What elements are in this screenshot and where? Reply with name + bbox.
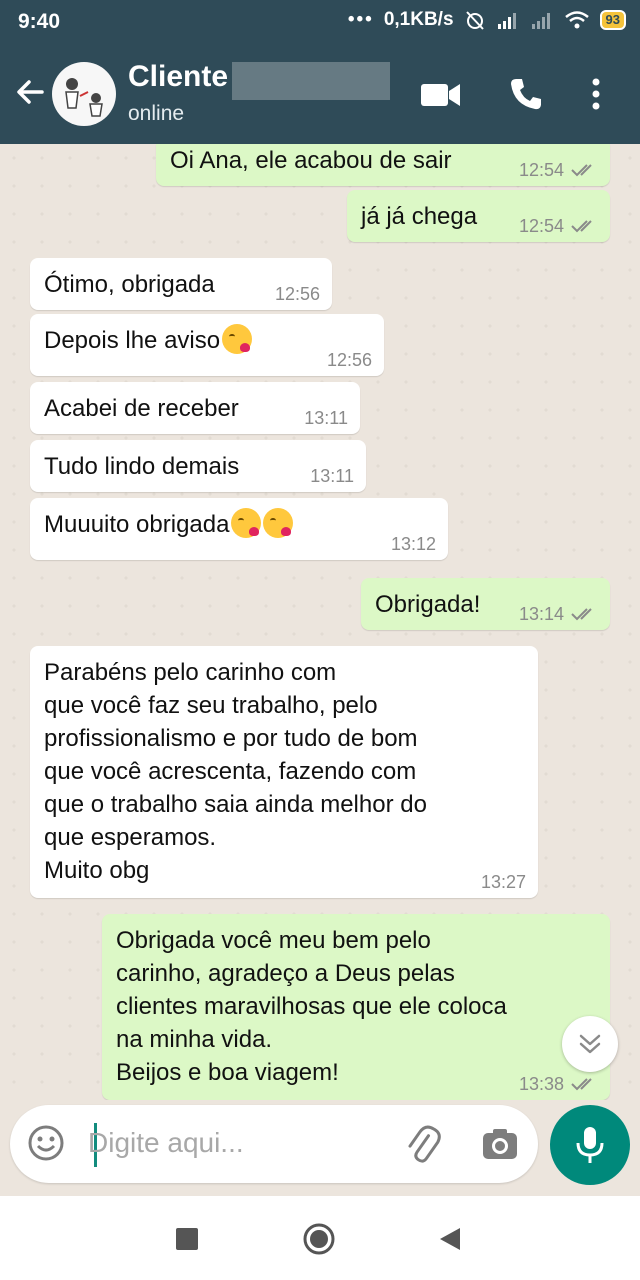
read-ticks-icon	[571, 1078, 592, 1091]
mic-icon	[576, 1127, 604, 1163]
home-icon[interactable]	[302, 1222, 336, 1256]
message-time: 13:38	[518, 1074, 564, 1094]
kiss-emoji-icon	[231, 508, 262, 538]
message-line: que você faz seu trabalho, pelo	[44, 692, 378, 719]
message-line: que você acrescenta, fazendo com	[44, 758, 417, 785]
status-bar: 9:40 ••• 0,1KB/s 93	[0, 0, 640, 44]
back-arrow-icon[interactable]	[12, 74, 48, 110]
attach-icon[interactable]	[402, 1125, 442, 1165]
message-meta: 13:11	[310, 466, 354, 486]
alarm-off-icon	[465, 11, 484, 30]
status-time: 9:40	[18, 10, 61, 33]
recents-icon[interactable]	[176, 1228, 198, 1250]
kiss-emoji-icon	[263, 508, 294, 538]
read-ticks-icon	[571, 220, 592, 233]
system-nav-bar	[0, 1196, 640, 1280]
message-time: 12:56	[326, 350, 372, 370]
status-indicators: ••• 0,1KB/s 93	[348, 9, 626, 31]
message-line: profissionalismo e por tudo de bom	[44, 725, 418, 752]
message-time: 12:54	[518, 216, 564, 236]
message-text: Tudo lindo demais	[44, 453, 240, 480]
avatar[interactable]	[52, 62, 116, 126]
avatar-illustration	[65, 78, 103, 117]
chat-header: Cliente online	[0, 44, 640, 144]
message-meta: 13:12	[391, 534, 436, 554]
message-text: Obrigada!	[375, 591, 481, 618]
message-meta: 12:56	[327, 350, 372, 370]
message-line: Muito obg	[44, 857, 150, 884]
message-composer[interactable]: Digite aqui...	[10, 1105, 538, 1183]
message-time: 12:54	[518, 160, 564, 180]
network-speed: 0,1KB/s	[383, 9, 454, 30]
message-bubble[interactable]: Oi Ana, ele acabou de sair 12:54	[156, 144, 610, 186]
message-meta: 12:56	[275, 284, 320, 304]
message-bubble[interactable]: Muuuito obrigada 13:12	[30, 498, 448, 560]
chat-messages[interactable]: Oi Ana, ele acabou de sair 12:54 já já c…	[0, 144, 640, 1100]
emoji-icon[interactable]	[26, 1123, 66, 1163]
message-input[interactable]: Digite aqui...	[88, 1127, 244, 1159]
message-text: Oi Ana, ele acabou de sair	[170, 147, 452, 174]
redaction-block	[232, 62, 390, 100]
message-bubble[interactable]: Depois lhe aviso 12:56	[30, 314, 384, 376]
message-meta: 13:27	[481, 872, 526, 892]
message-text: já já chega	[361, 203, 478, 230]
battery-icon: 93	[599, 10, 626, 30]
message-line: que o trabalho saia ainda melhor do	[44, 791, 427, 818]
message-line: que esperamos.	[44, 824, 217, 851]
message-bubble[interactable]: Parabéns pelo carinho com que você faz s…	[30, 646, 538, 898]
message-bubble[interactable]: Ótimo, obrigada 12:56	[30, 258, 332, 310]
mic-button[interactable]	[550, 1105, 630, 1185]
contact-name[interactable]: Cliente	[128, 60, 228, 94]
message-time: 13:11	[310, 466, 354, 486]
more-vert-icon[interactable]	[590, 76, 602, 112]
kiss-emoji-icon	[222, 324, 253, 354]
signal-2-icon	[531, 13, 550, 29]
message-bubble[interactable]: já já chega 12:54	[347, 190, 610, 242]
message-meta: 13:11	[304, 408, 348, 428]
message-bubble[interactable]: Obrigada! 13:14	[361, 578, 610, 630]
message-line: Parabéns pelo carinho com	[44, 659, 337, 686]
message-time: 13:27	[480, 872, 526, 892]
message-time: 13:12	[390, 534, 436, 554]
double-chevron-down-icon	[579, 1034, 601, 1054]
message-text: Depois lhe aviso	[44, 327, 221, 354]
message-bubble[interactable]: Acabei de receber 13:11	[30, 382, 360, 434]
message-time: 13:11	[304, 408, 348, 428]
message-text: Acabei de receber	[44, 395, 239, 422]
signal-icon	[497, 13, 516, 29]
read-ticks-icon	[571, 164, 592, 177]
message-line: clientes maravilhosas que ele coloca	[116, 993, 507, 1020]
message-line: Obrigada você meu bem pelo	[116, 927, 431, 954]
back-icon[interactable]	[438, 1226, 462, 1252]
message-time: 13:14	[518, 604, 564, 624]
message-time: 12:56	[274, 284, 320, 304]
message-line: na minha vida.	[116, 1026, 273, 1053]
more-icon: •••	[347, 9, 374, 30]
message-bubble[interactable]: Tudo lindo demais 13:11	[30, 440, 366, 492]
message-text: Ótimo, obrigada	[44, 271, 215, 298]
message-line: carinho, agradeço a Deus pelas	[116, 960, 455, 987]
message-bubble[interactable]: Obrigada você meu bem pelo carinho, agra…	[102, 914, 610, 1100]
message-meta: 12:54	[519, 160, 598, 180]
read-ticks-icon	[571, 608, 592, 621]
message-meta: 12:54	[519, 216, 598, 236]
wifi-icon	[564, 11, 589, 29]
phone-icon[interactable]	[508, 76, 544, 112]
video-call-icon[interactable]	[420, 80, 462, 110]
contact-status: online	[128, 102, 185, 125]
message-meta: 13:14	[519, 604, 598, 624]
camera-icon[interactable]	[480, 1125, 520, 1165]
scroll-to-bottom-button[interactable]	[562, 1016, 618, 1072]
message-text: Muuuito obrigada	[44, 511, 230, 538]
message-meta: 13:38	[519, 1074, 598, 1094]
